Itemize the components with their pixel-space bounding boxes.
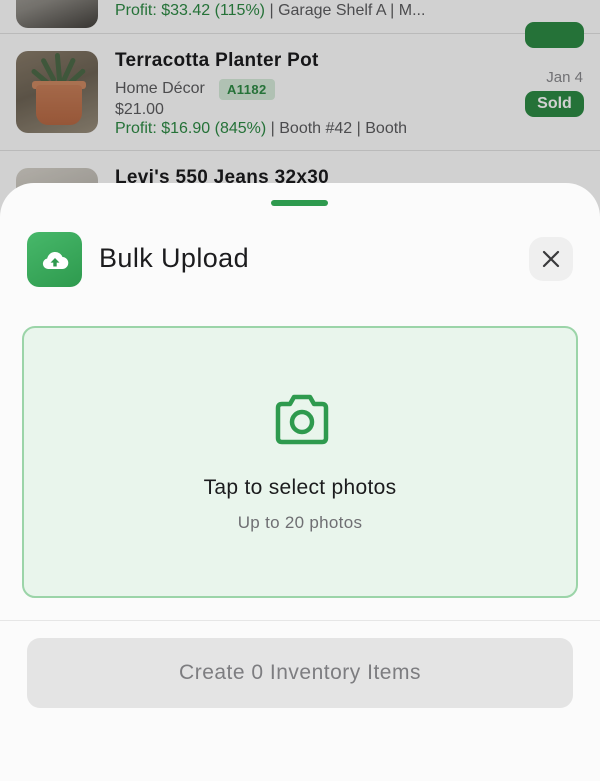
create-items-button[interactable]: Create 0 Inventory Items	[27, 638, 573, 708]
bulk-upload-sheet: Bulk Upload Tap to select photos Up to 2…	[0, 183, 600, 781]
divider	[0, 620, 600, 621]
dropzone-title: Tap to select photos	[203, 476, 397, 499]
sheet-title: Bulk Upload	[99, 243, 249, 273]
close-button[interactable]	[529, 237, 573, 281]
close-icon	[542, 250, 560, 268]
photo-dropzone[interactable]: Tap to select photos Up to 20 photos	[22, 326, 578, 598]
sheet-grabber[interactable]	[271, 200, 328, 206]
dropzone-subtitle: Up to 20 photos	[237, 513, 363, 532]
cloud-upload-icon	[27, 232, 82, 287]
camera-icon	[275, 394, 329, 445]
